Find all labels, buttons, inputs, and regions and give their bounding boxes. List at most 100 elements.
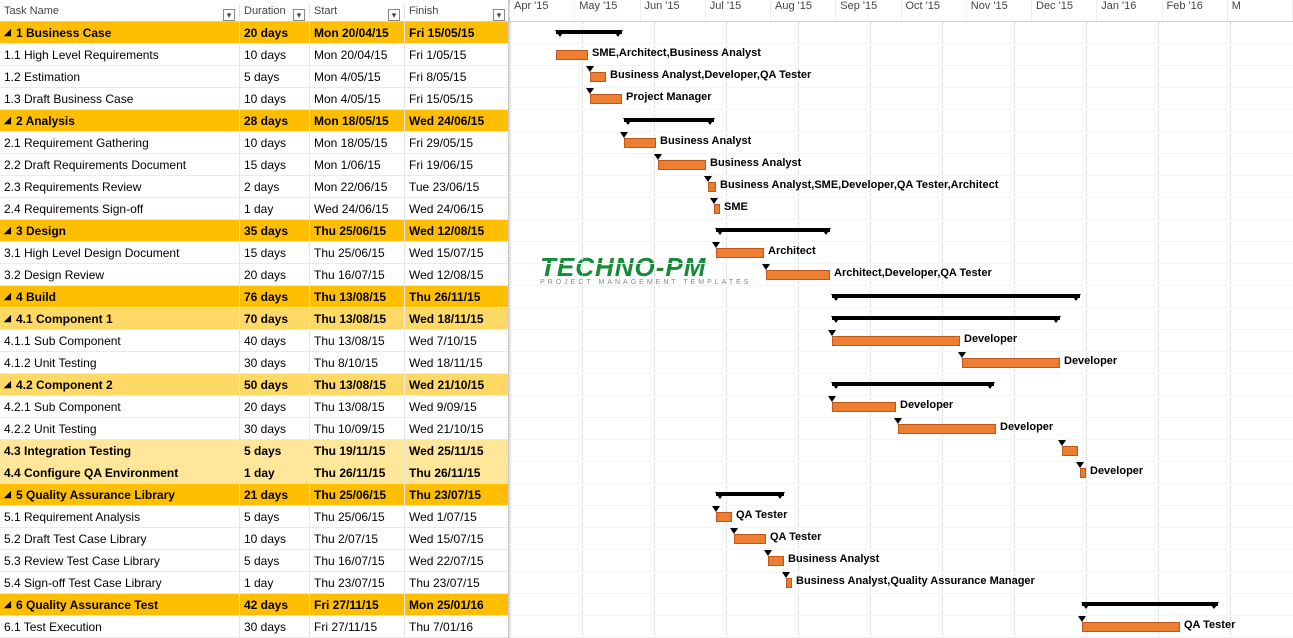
start-cell[interactable]: Thu 25/06/15: [310, 484, 405, 505]
duration-cell[interactable]: 40 days: [240, 330, 310, 351]
collapse-icon[interactable]: ◢: [4, 225, 14, 236]
duration-cell[interactable]: 70 days: [240, 308, 310, 329]
collapse-icon[interactable]: ◢: [4, 115, 14, 126]
task-name-cell[interactable]: ◢4 Build: [0, 286, 240, 307]
duration-cell[interactable]: 15 days: [240, 154, 310, 175]
start-cell[interactable]: Mon 1/06/15: [310, 154, 405, 175]
table-row[interactable]: 2.4 Requirements Sign-off1 dayWed 24/06/…: [0, 198, 508, 220]
table-row[interactable]: 2.3 Requirements Review2 daysMon 22/06/1…: [0, 176, 508, 198]
task-bar[interactable]: [590, 94, 622, 104]
finish-cell[interactable]: Tue 23/06/15: [405, 176, 510, 197]
collapse-icon[interactable]: ◢: [4, 313, 14, 324]
summary-bar[interactable]: [556, 30, 622, 34]
start-cell[interactable]: Thu 26/11/15: [310, 462, 405, 483]
table-row[interactable]: 3.2 Design Review20 daysThu 16/07/15Wed …: [0, 264, 508, 286]
gantt-row[interactable]: Business Analyst: [510, 550, 1293, 572]
duration-cell[interactable]: 10 days: [240, 44, 310, 65]
gantt-row[interactable]: QA Tester: [510, 506, 1293, 528]
task-name-cell[interactable]: 3.2 Design Review: [0, 264, 240, 285]
task-name-cell[interactable]: 4.3 Integration Testing: [0, 440, 240, 461]
gantt-chart[interactable]: Apr '15May '15Jun '15Jul '15Aug '15Sep '…: [510, 0, 1293, 638]
start-cell[interactable]: Fri 27/11/15: [310, 616, 405, 637]
duration-cell[interactable]: 15 days: [240, 242, 310, 263]
task-name-cell[interactable]: 5.3 Review Test Case Library: [0, 550, 240, 571]
task-bar[interactable]: [786, 578, 792, 588]
summary-bar[interactable]: [832, 316, 1060, 320]
collapse-icon[interactable]: ◢: [4, 599, 14, 610]
table-row[interactable]: 5.2 Draft Test Case Library10 daysThu 2/…: [0, 528, 508, 550]
task-bar[interactable]: [1082, 622, 1180, 632]
task-name-cell[interactable]: 1.2 Estimation: [0, 66, 240, 87]
task-bar[interactable]: [716, 248, 764, 258]
gantt-row[interactable]: Business Analyst,SME,Developer,QA Tester…: [510, 176, 1293, 198]
duration-cell[interactable]: 10 days: [240, 132, 310, 153]
duration-cell[interactable]: 50 days: [240, 374, 310, 395]
table-row[interactable]: 4.2.1 Sub Component20 daysThu 13/08/15We…: [0, 396, 508, 418]
table-row[interactable]: ◢1 Business Case20 daysMon 20/04/15Fri 1…: [0, 22, 508, 44]
task-name-cell[interactable]: 6.1 Test Execution: [0, 616, 240, 637]
task-name-cell[interactable]: ◢1 Business Case: [0, 22, 240, 43]
duration-cell[interactable]: 28 days: [240, 110, 310, 131]
gantt-row[interactable]: [510, 110, 1293, 132]
task-bar[interactable]: [734, 534, 766, 544]
duration-cell[interactable]: 1 day: [240, 198, 310, 219]
gantt-row[interactable]: Developer: [510, 418, 1293, 440]
duration-cell[interactable]: 35 days: [240, 220, 310, 241]
table-row[interactable]: 2.1 Requirement Gathering10 daysMon 18/0…: [0, 132, 508, 154]
task-name-cell[interactable]: 4.1.2 Unit Testing: [0, 352, 240, 373]
task-bar[interactable]: [714, 204, 720, 214]
task-bar[interactable]: [624, 138, 656, 148]
gantt-row[interactable]: [510, 308, 1293, 330]
duration-cell[interactable]: 10 days: [240, 88, 310, 109]
col-task[interactable]: Task Name▾: [0, 5, 240, 17]
start-cell[interactable]: Fri 27/11/15: [310, 594, 405, 615]
gantt-row[interactable]: [510, 220, 1293, 242]
gantt-row[interactable]: [510, 374, 1293, 396]
task-name-cell[interactable]: 4.2.2 Unit Testing: [0, 418, 240, 439]
task-bar[interactable]: [898, 424, 996, 434]
task-name-cell[interactable]: 4.4 Configure QA Environment: [0, 462, 240, 483]
task-bar[interactable]: [766, 270, 830, 280]
table-row[interactable]: 1.2 Estimation5 daysMon 4/05/15Fri 8/05/…: [0, 66, 508, 88]
table-row[interactable]: ◢4.1 Component 170 daysThu 13/08/15Wed 1…: [0, 308, 508, 330]
task-bar[interactable]: [716, 512, 732, 522]
finish-cell[interactable]: Thu 23/07/15: [405, 484, 510, 505]
finish-cell[interactable]: Wed 24/06/15: [405, 110, 510, 131]
task-name-cell[interactable]: 3.1 High Level Design Document: [0, 242, 240, 263]
table-row[interactable]: 4.1.2 Unit Testing30 daysThu 8/10/15Wed …: [0, 352, 508, 374]
start-cell[interactable]: Mon 22/06/15: [310, 176, 405, 197]
gantt-row[interactable]: [510, 484, 1293, 506]
finish-cell[interactable]: Wed 24/06/15: [405, 198, 510, 219]
task-bar[interactable]: [556, 50, 588, 60]
collapse-icon[interactable]: ◢: [4, 291, 14, 302]
task-bar[interactable]: [832, 336, 960, 346]
task-bar[interactable]: [658, 160, 706, 170]
filter-icon[interactable]: ▾: [293, 9, 305, 21]
task-name-cell[interactable]: ◢4.2 Component 2: [0, 374, 240, 395]
task-name-cell[interactable]: ◢4.1 Component 1: [0, 308, 240, 329]
finish-cell[interactable]: Wed 25/11/15: [405, 440, 510, 461]
gantt-row[interactable]: Business Analyst: [510, 154, 1293, 176]
start-cell[interactable]: Mon 18/05/15: [310, 132, 405, 153]
start-cell[interactable]: Thu 19/11/15: [310, 440, 405, 461]
gantt-row[interactable]: [510, 594, 1293, 616]
duration-cell[interactable]: 42 days: [240, 594, 310, 615]
task-name-cell[interactable]: ◢3 Design: [0, 220, 240, 241]
duration-cell[interactable]: 20 days: [240, 264, 310, 285]
start-cell[interactable]: Thu 10/09/15: [310, 418, 405, 439]
summary-bar[interactable]: [716, 492, 784, 496]
collapse-icon[interactable]: ◢: [4, 379, 14, 390]
duration-cell[interactable]: 20 days: [240, 22, 310, 43]
finish-cell[interactable]: Wed 9/09/15: [405, 396, 510, 417]
task-bar[interactable]: [590, 72, 606, 82]
task-bar[interactable]: [1062, 446, 1078, 456]
duration-cell[interactable]: 21 days: [240, 484, 310, 505]
table-row[interactable]: 1.1 High Level Requirements10 daysMon 20…: [0, 44, 508, 66]
start-cell[interactable]: Thu 13/08/15: [310, 286, 405, 307]
duration-cell[interactable]: 30 days: [240, 616, 310, 637]
task-name-cell[interactable]: 1.3 Draft Business Case: [0, 88, 240, 109]
finish-cell[interactable]: Thu 23/07/15: [405, 572, 510, 593]
table-row[interactable]: 4.1.1 Sub Component40 daysThu 13/08/15We…: [0, 330, 508, 352]
finish-cell[interactable]: Thu 26/11/15: [405, 286, 510, 307]
finish-cell[interactable]: Wed 15/07/15: [405, 242, 510, 263]
